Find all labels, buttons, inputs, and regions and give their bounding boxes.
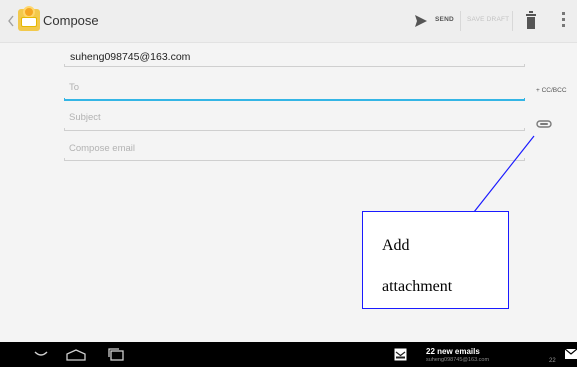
- nav-home-icon[interactable]: [66, 349, 86, 361]
- notification-count: 22: [549, 358, 556, 364]
- system-navigation-bar: 22 new emails suheng098745@163.com 22: [0, 342, 577, 367]
- to-underline: [64, 97, 525, 101]
- overflow-menu-icon[interactable]: [562, 12, 566, 28]
- subject-underline: [64, 128, 525, 131]
- send-button[interactable]: SEND: [435, 16, 454, 23]
- back-chevron-icon[interactable]: [7, 15, 17, 29]
- nav-back-icon[interactable]: [34, 347, 48, 361]
- page-title: Compose: [43, 13, 99, 28]
- email-notification-icon[interactable]: [394, 348, 407, 361]
- send-icon[interactable]: [414, 14, 428, 28]
- attachment-callout-box: Add attachment: [362, 211, 509, 309]
- compose-underline: [64, 158, 525, 161]
- notification-title[interactable]: 22 new emails: [426, 347, 480, 356]
- mail-status-icon: [565, 349, 577, 359]
- callout-line-2: attachment: [382, 278, 453, 295]
- cc-bcc-button[interactable]: + CC/BCC: [536, 87, 567, 94]
- notification-account: suheng098745@163.com: [426, 357, 490, 363]
- callout-line-1: Add: [382, 237, 410, 254]
- save-draft-button[interactable]: SAVE DRAFT: [467, 16, 509, 23]
- email-app-icon[interactable]: [18, 6, 40, 31]
- action-bar: Compose SEND SAVE DRAFT: [0, 0, 577, 43]
- trash-icon[interactable]: [526, 11, 536, 29]
- to-field[interactable]: [69, 82, 509, 93]
- from-underline: [64, 64, 525, 67]
- divider: [512, 11, 513, 31]
- subject-field[interactable]: [69, 112, 509, 123]
- from-account[interactable]: suheng098745@163.com: [70, 51, 190, 63]
- attachment-icon[interactable]: [536, 119, 552, 129]
- divider: [460, 11, 461, 31]
- compose-email-field[interactable]: [69, 143, 509, 154]
- nav-recent-apps-icon[interactable]: [108, 348, 124, 361]
